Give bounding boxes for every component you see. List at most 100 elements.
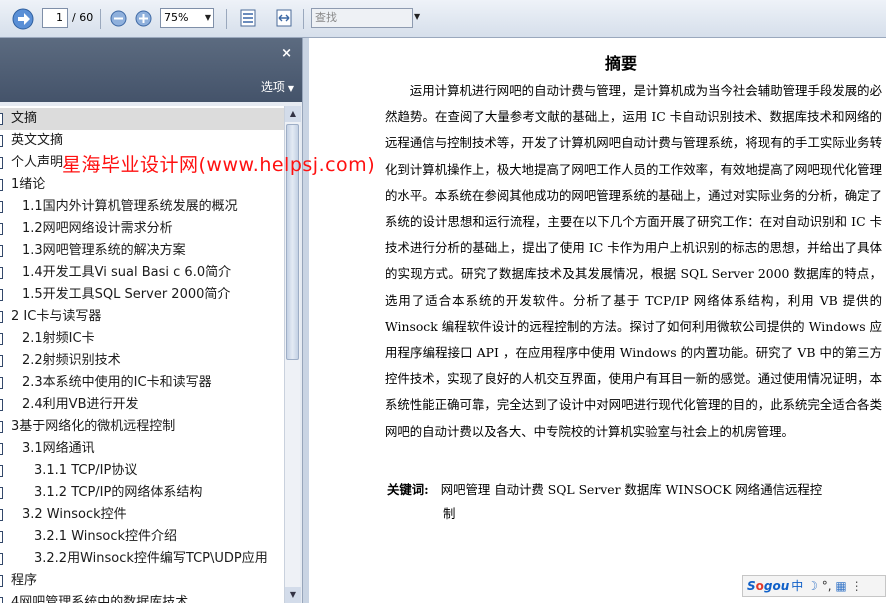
bookmark-item[interactable]: 1.1国内外计算机管理系统发展的概况 <box>0 196 284 218</box>
bookmark-label: 3.1网络通讯 <box>22 441 95 456</box>
bookmark-marker-icon <box>0 157 3 169</box>
bookmark-item[interactable]: 英文文摘 <box>0 130 284 152</box>
bookmark-marker-icon <box>0 443 3 455</box>
page-number-input[interactable]: 1 <box>42 8 68 28</box>
bookmark-item[interactable]: 3基于网络化的微机远程控制 <box>0 416 284 438</box>
bookmark-label: 1.3网吧管理系统的解决方案 <box>22 243 186 258</box>
options-label: 选项 <box>260 80 285 94</box>
bookmark-marker-icon <box>0 289 3 301</box>
punctuation-icon[interactable]: °, <box>822 579 832 593</box>
toolbar: 1 / 60 75% ▼ 查找 ▼ <box>0 0 886 38</box>
bookmark-label: 2.1射频IC卡 <box>22 331 95 346</box>
bookmark-item[interactable]: 3.1.2 TCP/IP的网络体系结构 <box>0 482 284 504</box>
options-menu-button[interactable]: 选项 ▼ <box>261 78 294 95</box>
bookmark-label: 文摘 <box>11 111 38 126</box>
bookmark-label: 1.5开发工具SQL Server 2000简介 <box>22 287 231 302</box>
bookmark-tree: 文摘英文文摘个人声明 1绪论 1.1国内外计算机管理系统发展的概况 1.2网吧网络设计… <box>0 106 284 603</box>
bookmark-label: 1.1国内外计算机管理系统发展的概况 <box>22 199 238 214</box>
bookmark-label: 1.2网吧网络设计需求分析 <box>22 221 173 236</box>
bookmark-marker-icon <box>0 223 3 235</box>
keywords-label: 关键词: <box>387 482 429 497</box>
bookmark-label: 英文文摘 <box>11 133 64 148</box>
bookmark-marker-icon <box>0 487 3 499</box>
watermark-text: 星海毕业设计网(www.helpsj.com) <box>62 154 376 176</box>
toolbar-separator <box>303 9 304 29</box>
bookmark-marker-icon <box>0 355 3 367</box>
next-page-icon[interactable] <box>12 8 34 30</box>
zoom-value: 75% <box>164 11 189 24</box>
bookmark-item[interactable]: 3.1网络通讯 <box>0 438 284 460</box>
bookmark-marker-icon <box>0 201 3 213</box>
document-page: 摘要 运用计算机进行网吧的自动计费与管理，是计算机成为当今社会辅助管理手段发展的… <box>309 38 886 603</box>
chevron-down-icon: ▼ <box>287 84 294 93</box>
bookmark-item[interactable]: 2 IC卡与读写器 <box>0 306 284 328</box>
keyboard-icon[interactable]: ▦ <box>835 579 846 593</box>
bookmark-label: 个人声明 <box>11 155 64 170</box>
close-icon[interactable]: × <box>281 46 292 61</box>
bookmark-item[interactable]: 1绪论 <box>0 174 284 196</box>
bookmark-label: 2.2射频识别技术 <box>22 353 121 368</box>
bookmark-label: 3基于网络化的微机远程控制 <box>11 419 176 434</box>
bookmark-item[interactable]: 1.3网吧管理系统的解决方案 <box>0 240 284 262</box>
bookmarks-panel: × 选项 ▼ 文摘 英文文摘 个人声明 1绪论 1.1国内外计算机管理系统发展的概况 1.2… <box>0 38 303 603</box>
bookmark-marker-icon <box>0 575 3 587</box>
bookmark-marker-icon <box>0 465 3 477</box>
pdf-reader-window: 1 / 60 75% ▼ 查找 ▼ × 选项 ▼ 文摘 英文文摘 个人声明 1绪… <box>0 0 886 603</box>
bookmark-label: 4网吧管理系统中的数据库技术 <box>11 595 189 603</box>
bookmark-item[interactable]: 4网吧管理系统中的数据库技术 <box>0 592 284 603</box>
bookmark-marker-icon <box>0 135 3 147</box>
sogou-logo-rest: gou <box>763 579 790 593</box>
bookmark-marker-icon <box>0 267 3 279</box>
bookmark-item[interactable]: 2.3本系统中使用的IC卡和读写器 <box>0 372 284 394</box>
bookmark-marker-icon <box>0 245 3 257</box>
page-title: 摘要 <box>605 54 638 73</box>
chevron-down-icon[interactable]: ▼ <box>414 12 420 21</box>
bookmark-item[interactable]: 3.2 Winsock控件 <box>0 504 284 526</box>
moon-icon[interactable]: ☽ <box>807 579 818 593</box>
bookmark-item[interactable]: 2.4利用VB进行开发 <box>0 394 284 416</box>
fit-page-icon[interactable] <box>238 8 258 28</box>
zoom-out-icon[interactable] <box>110 10 127 27</box>
bookmark-marker-icon <box>0 421 3 433</box>
scroll-up-icon[interactable]: ▲ <box>285 106 301 122</box>
zoom-in-icon[interactable] <box>135 10 152 27</box>
page-total-label: / 60 <box>72 11 94 24</box>
bookmark-item[interactable]: 2.2射频识别技术 <box>0 350 284 372</box>
bookmark-label: 3.1.1 TCP/IP协议 <box>34 463 138 478</box>
bookmark-label: 2.3本系统中使用的IC卡和读写器 <box>22 375 212 390</box>
bookmark-marker-icon <box>0 113 3 125</box>
chevron-down-icon: ▼ <box>204 13 211 22</box>
bookmark-item[interactable]: 3.2.1 Winsock控件介绍 <box>0 526 284 548</box>
toolbar-separator <box>226 9 227 29</box>
sogou-logo-s: S <box>747 579 756 593</box>
bookmark-item[interactable]: 2.1射频IC卡 <box>0 328 284 350</box>
abstract-paragraph: 运用计算机进行网吧的自动计费与管理，是计算机成为当今社会辅助管理手段发展的必然趋… <box>385 83 882 439</box>
bookmark-scrollbar[interactable]: ▲ ▼ <box>284 106 301 603</box>
bookmark-item[interactable]: 程序 <box>0 570 284 592</box>
bookmark-label: 3.1.2 TCP/IP的网络体系结构 <box>34 485 203 500</box>
bookmark-item[interactable]: 1.5开发工具SQL Server 2000简介 <box>0 284 284 306</box>
bookmark-item[interactable]: 1.2网吧网络设计需求分析 <box>0 218 284 240</box>
search-input[interactable]: 查找 <box>311 8 413 28</box>
zoom-select[interactable]: 75% ▼ <box>160 8 214 28</box>
bookmark-label: 1.4开发工具Vi sual Basi c 6.0简介 <box>22 265 232 280</box>
bookmark-label: 2 IC卡与读写器 <box>11 309 102 324</box>
ime-toolbar[interactable]: Sogou 中 ☽ °, ▦ ⋮ <box>742 575 886 597</box>
bookmark-label: 程序 <box>11 573 38 588</box>
bookmark-item[interactable]: 文摘 <box>0 108 284 130</box>
bookmark-label: 1绪论 <box>11 177 46 192</box>
fit-width-icon[interactable] <box>274 8 294 28</box>
bookmarks-panel-header: × 选项 ▼ <box>0 38 302 102</box>
bookmark-item[interactable]: 3.2.2用Winsock控件编写TCP\UDP应用 <box>0 548 284 570</box>
bookmark-marker-icon <box>0 399 3 411</box>
settings-icon[interactable]: ⋮ <box>851 579 863 593</box>
toolbar-separator <box>100 9 101 29</box>
bookmark-item[interactable]: 3.1.1 TCP/IP协议 <box>0 460 284 482</box>
sogou-logo-o: o <box>755 579 764 593</box>
bookmark-marker-icon <box>0 333 3 345</box>
bookmark-item[interactable]: 1.4开发工具Vi sual Basi c 6.0简介 <box>0 262 284 284</box>
scroll-down-icon[interactable]: ▼ <box>285 587 301 603</box>
ime-mode-label[interactable]: 中 <box>791 579 803 593</box>
bookmark-label: 3.2 Winsock控件 <box>22 507 127 522</box>
bookmark-label: 3.2.2用Winsock控件编写TCP\UDP应用 <box>34 551 268 566</box>
